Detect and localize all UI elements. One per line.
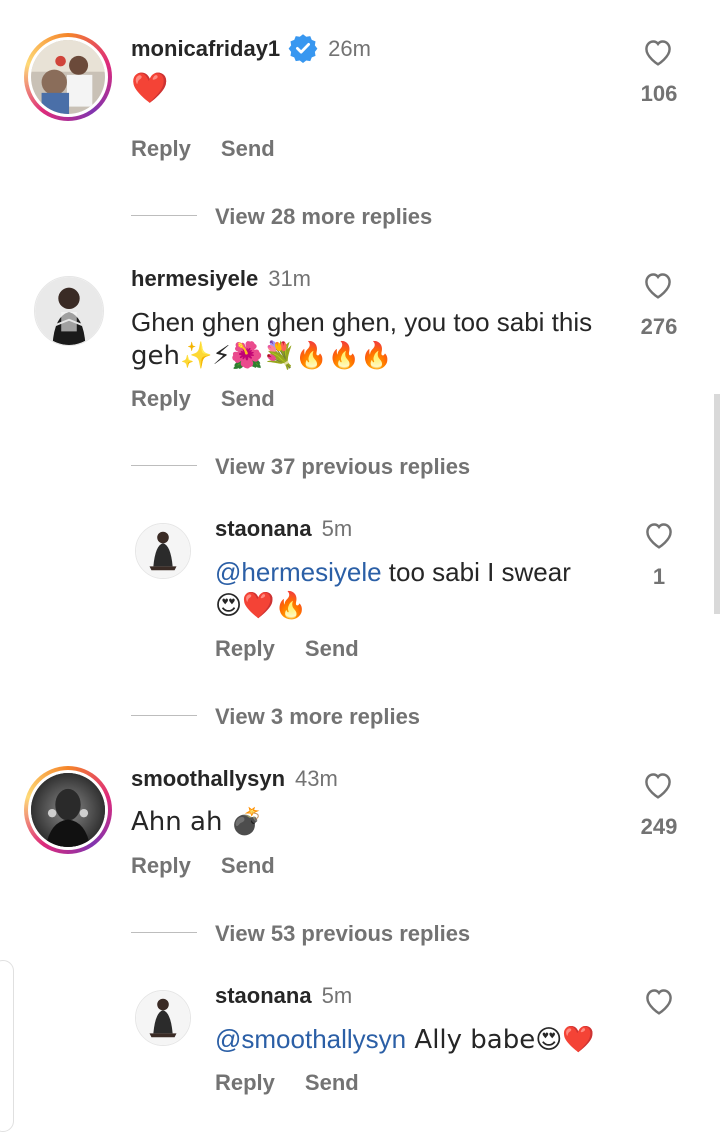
divider-line [131,715,197,716]
avatar-photo [31,40,105,114]
username-text[interactable]: hermesiyele [131,266,258,291]
reply-text-body: Ally babe😍❤️ [406,1025,595,1055]
divider-line [131,932,197,933]
like-count: 249 [640,814,678,839]
reply-text: @hermesiyele too sabi I swear 😍❤️🔥 [215,555,625,623]
view-previous-replies[interactable]: View 37 previous replies [215,454,470,480]
like-count: 276 [640,314,678,339]
comment-time: 43m [295,766,338,791]
username-text[interactable]: staonana [215,516,312,541]
reply-emoji-line: 😍❤️🔥 [215,591,307,621]
view-previous-replies[interactable]: View 53 previous replies [215,921,470,947]
like-heart-icon[interactable] [641,270,675,300]
mention-link[interactable]: @hermesiyele [215,557,382,587]
avatar[interactable] [34,276,104,346]
send-button[interactable]: Send [221,386,275,411]
send-button[interactable]: Send [305,1070,359,1095]
send-button[interactable]: Send [305,636,359,661]
reply-username[interactable]: staonana 5m [215,516,352,542]
avatar[interactable] [135,523,191,579]
send-button[interactable]: Send [221,853,275,878]
reply-text-body: too sabi I swear [381,557,571,587]
reply-button[interactable]: Reply [131,136,191,161]
avatar[interactable] [24,766,112,854]
avatar-photo [35,277,103,345]
view-more-replies[interactable]: View 28 more replies [215,204,432,230]
like-heart-icon[interactable] [641,770,675,800]
username-text[interactable]: monicafriday1 [131,36,280,61]
divider-line [131,215,197,216]
like-heart-icon[interactable] [641,37,675,67]
avatar-photo [136,991,190,1045]
comment-text: ❤️ [131,71,169,106]
reply-button[interactable]: Reply [215,1070,275,1095]
comment-time: 26m [328,36,371,61]
avatar-photo [31,773,105,847]
reply-text: @smoothallysyn Ally babe😍❤️ [215,1022,635,1057]
reply-time: 5m [321,983,353,1008]
divider-line [131,465,197,466]
comment-username[interactable]: monicafriday1 26m [131,33,371,63]
like-count: 106 [640,81,678,106]
comment-time: 31m [268,266,311,291]
comment-text-line: geh✨⚡🌺💐🔥🔥🔥 [131,341,393,371]
reply-actions: Reply Send [215,636,389,662]
side-panel-handle[interactable] [0,960,14,1132]
comment-actions: Reply Send [131,386,305,412]
reply-time: 5m [321,516,353,541]
username-text[interactable]: smoothallysyn [131,766,285,791]
like-count: 1 [652,564,666,589]
reply-button[interactable]: Reply [131,386,191,411]
comment-actions: Reply Send [131,853,305,879]
comment-text: Ghen ghen ghen ghen, you too sabi this g… [131,305,631,373]
comment-username[interactable]: hermesiyele 31m [131,266,311,292]
verified-badge-icon [288,34,318,63]
comment-text-line: Ghen ghen ghen ghen, you too sabi this [131,307,593,337]
like-heart-icon[interactable] [642,520,676,550]
view-more-replies[interactable]: View 3 more replies [215,704,420,730]
avatar[interactable] [24,33,112,121]
avatar[interactable] [135,990,191,1046]
like-heart-icon[interactable] [642,986,676,1016]
send-button[interactable]: Send [221,136,275,161]
reply-button[interactable]: Reply [215,636,275,661]
scrollbar[interactable] [714,394,720,614]
avatar-photo [136,524,190,578]
mention-link[interactable]: @smoothallysyn [215,1024,406,1054]
comment-text: Ahn ah 💣 [131,807,264,837]
reply-button[interactable]: Reply [131,853,191,878]
comment-actions: Reply Send [131,136,305,162]
comment-username[interactable]: smoothallysyn 43m [131,766,338,792]
username-text[interactable]: staonana [215,983,312,1008]
reply-username[interactable]: staonana 5m [215,983,352,1009]
reply-actions: Reply Send [215,1070,389,1096]
